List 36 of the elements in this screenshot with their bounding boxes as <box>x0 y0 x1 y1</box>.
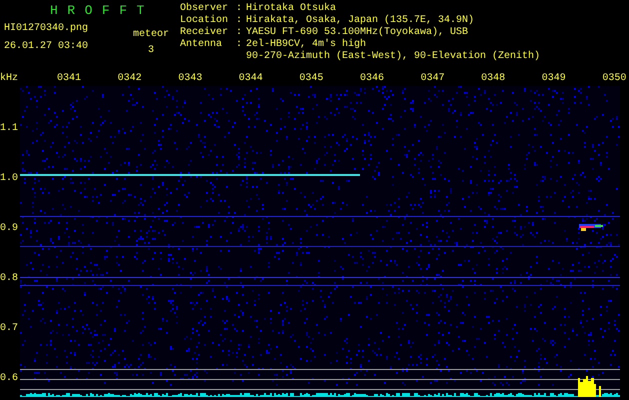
axis-label: 0.9 <box>0 223 18 235</box>
time-label: 0342 <box>118 72 142 86</box>
info-value: 2el-HB9CV, 4m's high <box>246 39 368 50</box>
info-separator: : <box>236 27 244 39</box>
meteor-count: 3 <box>148 45 154 57</box>
time-label: 0349 <box>542 72 566 86</box>
info-label: Antenna <box>180 39 224 52</box>
axis-label: 0.8 <box>0 273 18 285</box>
axis-label: 1.0 <box>0 173 18 185</box>
axis-label: 0.7 <box>0 323 18 335</box>
time-label: 0347 <box>420 72 445 86</box>
info-label: Location <box>180 15 230 26</box>
info-separator: : <box>236 3 244 15</box>
axis-label: 1.1 <box>0 123 18 135</box>
time-label: 0348 <box>481 72 506 86</box>
app-title: HROFFT <box>50 3 155 19</box>
file-name: HI01270340.png <box>4 23 90 35</box>
info-label: Receiver <box>180 27 230 39</box>
axis-label: 0.6 <box>0 373 18 385</box>
info-separator: : <box>236 15 244 27</box>
time-label: 0344 <box>238 72 263 86</box>
time-label: 0343 <box>178 72 202 86</box>
date-time: 26.01.27 03:40 <box>4 41 90 53</box>
axis-unit: kHz <box>0 72 20 86</box>
meteor-label: meteor <box>132 29 169 41</box>
time-label: 0341 <box>57 72 82 86</box>
info-value: Hirakata, Osaka, Japan (135.7E, 34.9N) <box>246 15 474 26</box>
time-label: 0350 <box>602 72 626 86</box>
time-label: 0346 <box>360 72 384 86</box>
info-value: Hirotaka Otsuka <box>246 3 336 14</box>
info-label: Observer <box>180 3 230 14</box>
info-value: 90-270-Azimuth (East-West), 90-Elevation (Zenith) <box>246 51 540 63</box>
info-value: YAESU FT-690 53.100MHz(Toyokawa), USB <box>246 27 468 38</box>
meteor-echo-drawing <box>579 224 603 231</box>
info-separator: : <box>236 39 244 52</box>
time-label: 0345 <box>299 72 324 86</box>
